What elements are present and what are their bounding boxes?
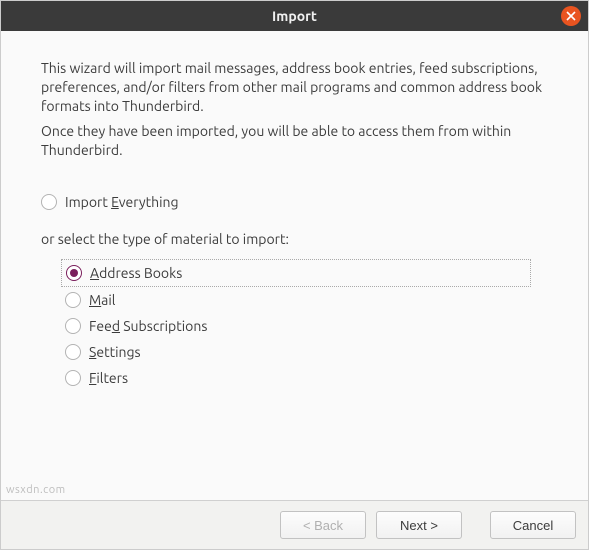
titlebar: Import: [1, 1, 588, 31]
radio-input-settings[interactable]: [65, 344, 81, 360]
radio-label-mail: Mail: [89, 292, 115, 308]
radio-input-feed[interactable]: [65, 318, 81, 334]
import-dialog: Import This wizard will import mail mess…: [0, 0, 589, 550]
radio-filters[interactable]: Filters: [61, 365, 531, 391]
back-button[interactable]: < Back: [280, 511, 366, 539]
radio-input-address-books[interactable]: [66, 265, 82, 281]
next-button[interactable]: Next >: [376, 511, 462, 539]
watermark: wsxdn.com: [6, 484, 66, 496]
radio-label-settings: Settings: [89, 344, 141, 360]
dialog-content: This wizard will import mail messages, a…: [1, 31, 588, 500]
select-type-label: or select the type of material to import…: [41, 231, 558, 247]
radio-input-filters[interactable]: [65, 370, 81, 386]
radio-label-feed: Feed Subscriptions: [89, 318, 207, 334]
radio-feed-subscriptions[interactable]: Feed Subscriptions: [61, 313, 531, 339]
radio-input-everything[interactable]: [41, 194, 57, 210]
radio-label-filters: Filters: [89, 370, 128, 386]
cancel-button[interactable]: Cancel: [490, 511, 576, 539]
radio-label-address-books: Address Books: [90, 265, 182, 281]
radio-mail[interactable]: Mail: [61, 287, 531, 313]
close-icon: [566, 11, 576, 21]
radio-import-everything[interactable]: Import Everything: [41, 191, 558, 213]
radio-address-books[interactable]: Address Books: [61, 259, 531, 287]
intro-paragraph-1: This wizard will import mail messages, a…: [41, 59, 558, 116]
radio-input-mail[interactable]: [65, 292, 81, 308]
close-button[interactable]: [561, 6, 581, 26]
intro-paragraph-2: Once they have been imported, you will b…: [41, 122, 558, 160]
intro-text: This wizard will import mail messages, a…: [41, 59, 558, 165]
radio-label-everything: Import Everything: [65, 194, 179, 210]
radio-settings[interactable]: Settings: [61, 339, 531, 365]
window-title: Import: [1, 8, 588, 24]
import-type-options: Address Books Mail Feed Subscriptions Se…: [41, 259, 531, 391]
dialog-footer: < Back Next > Cancel: [1, 500, 588, 549]
